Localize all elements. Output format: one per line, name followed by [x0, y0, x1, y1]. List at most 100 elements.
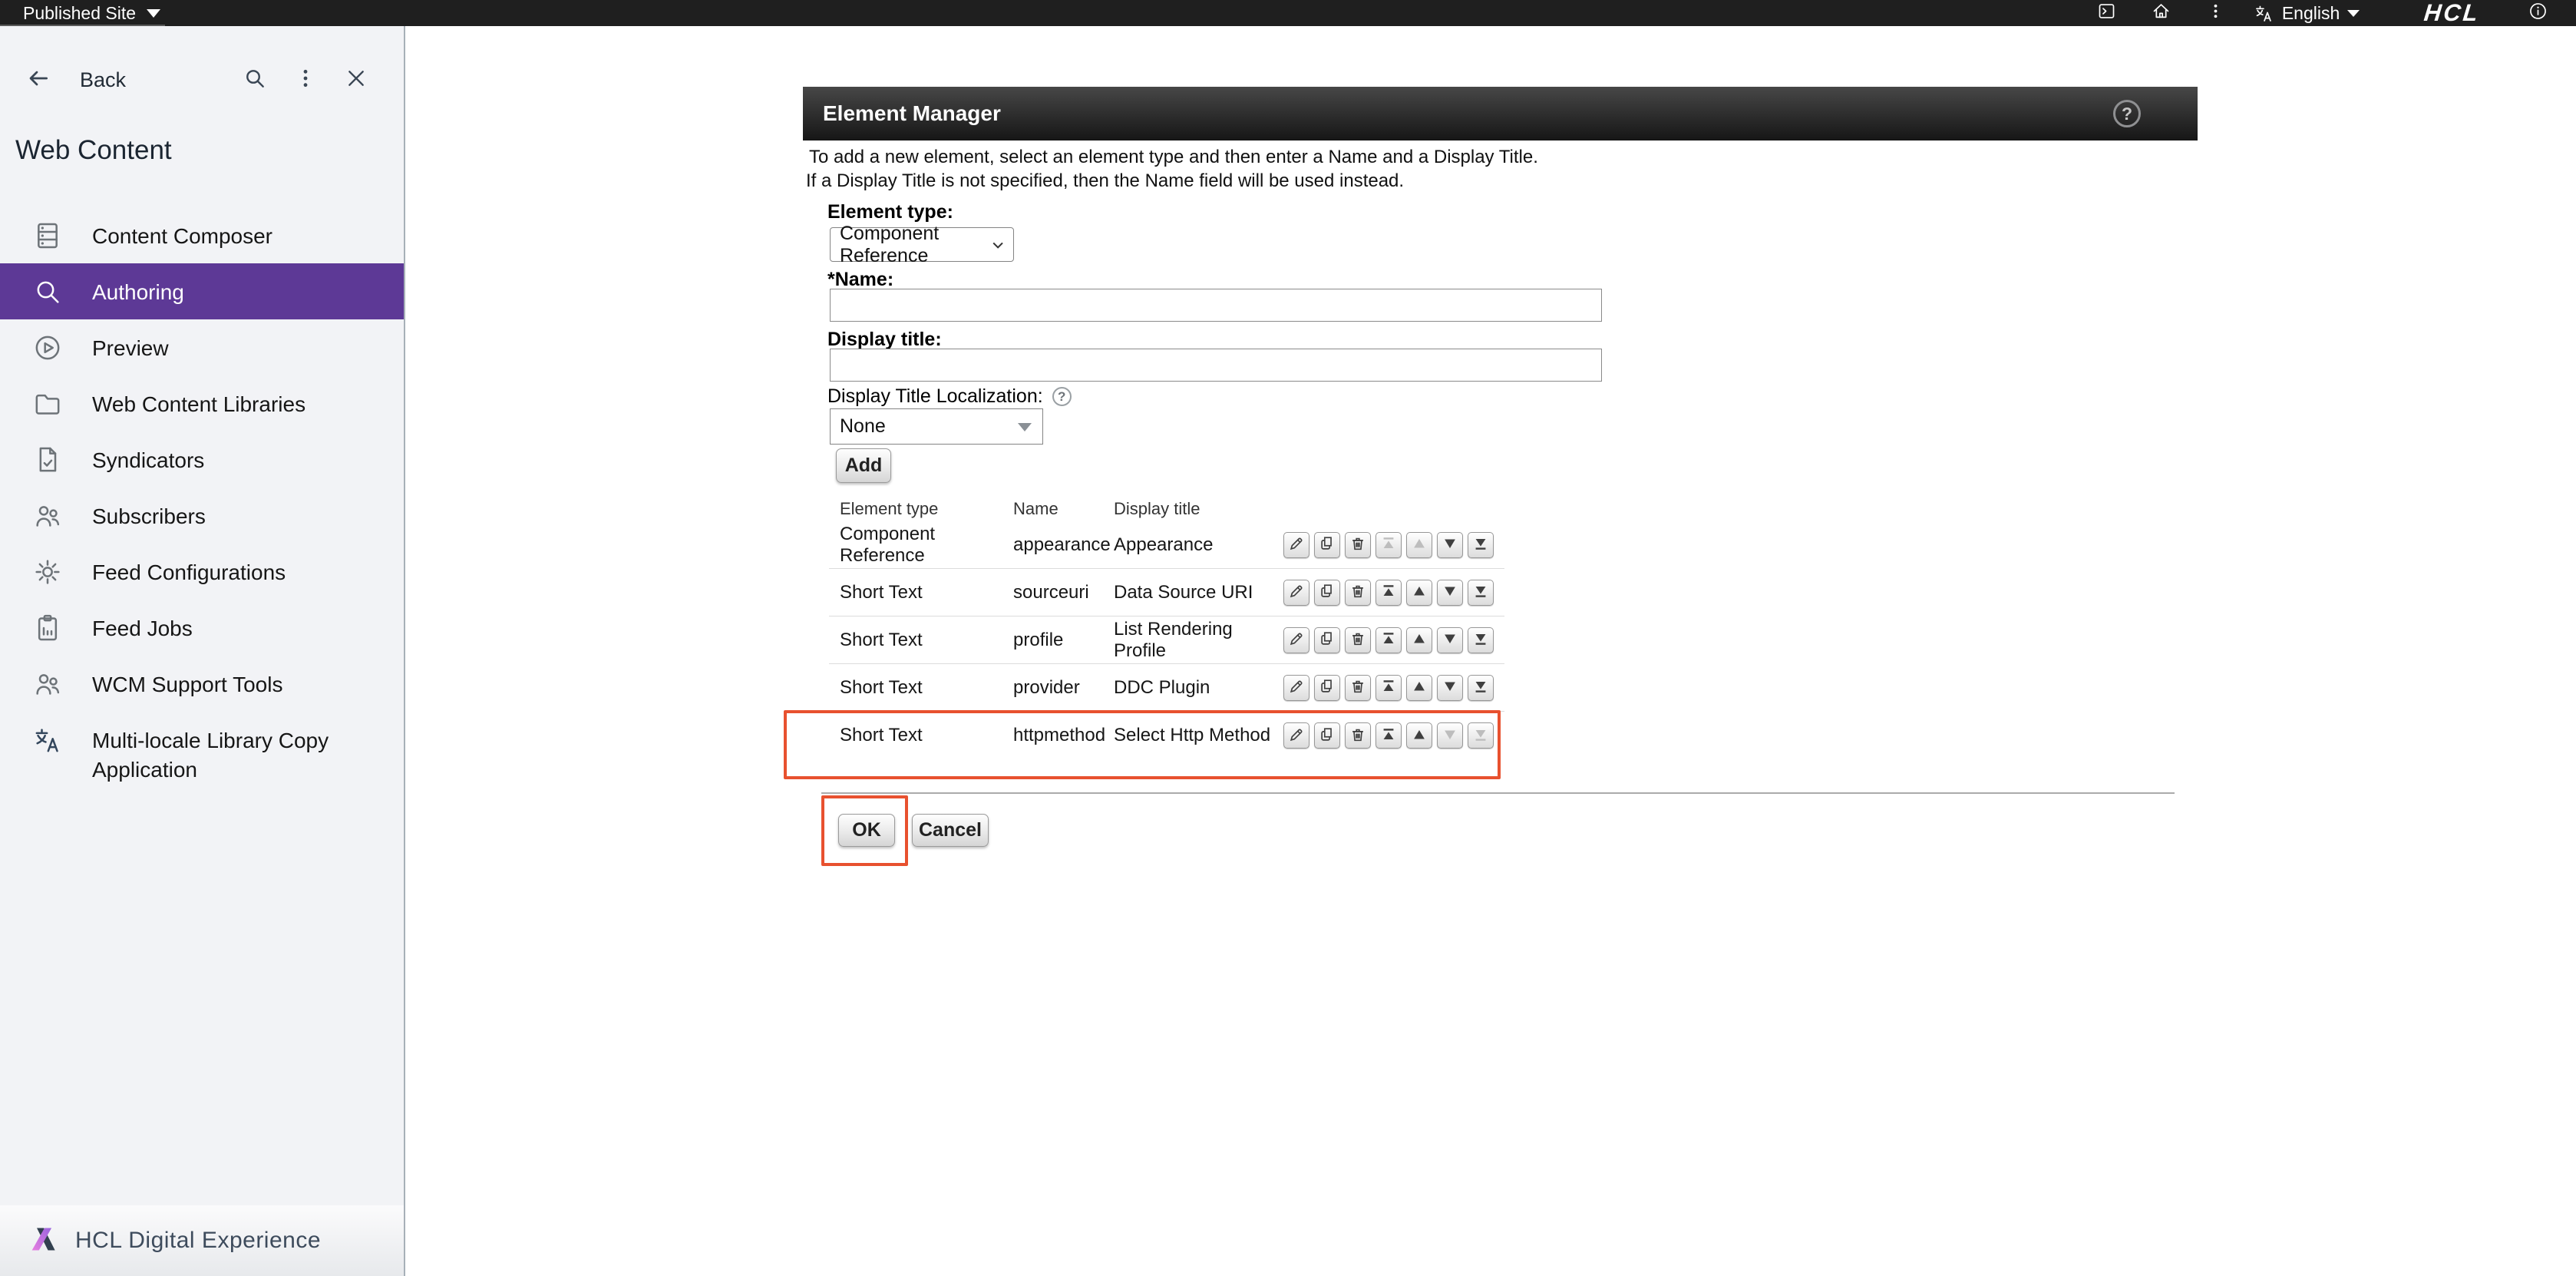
delete-button[interactable] — [1345, 580, 1371, 606]
sidebar-item-web-content-libraries[interactable]: Web Content Libraries — [0, 375, 404, 431]
name-input[interactable] — [830, 289, 1602, 322]
copy-button[interactable] — [1314, 627, 1340, 653]
sidebar-nav: Content Composer Authoring PreviewWeb Cont… — [0, 207, 404, 792]
sidebar-item-label: Authoring — [92, 276, 184, 307]
move-up-button[interactable] — [1406, 722, 1432, 749]
info-icon — [2528, 1, 2548, 25]
move-up-button[interactable] — [1406, 627, 1432, 653]
localization-value: None — [831, 415, 886, 438]
language-selector[interactable]: English — [2243, 0, 2378, 26]
cell-element-type: Short Text — [840, 725, 1013, 746]
cell-element-type: Short Text — [840, 677, 1013, 699]
sidebar-item-label: Feed Jobs — [92, 613, 193, 643]
move-up-button[interactable] — [1406, 580, 1432, 606]
copy-button[interactable] — [1314, 580, 1340, 606]
display-title-input[interactable] — [830, 349, 1602, 382]
sidebar-item-feed-jobs[interactable]: Feed Jobs — [0, 600, 404, 656]
hcl-dx-logo-icon — [26, 1224, 63, 1258]
row-actions — [1283, 722, 1504, 749]
edit-button[interactable] — [1283, 627, 1309, 653]
sidebar-item-wcm-support-tools[interactable]: WCM Support Tools — [0, 656, 404, 712]
footer-brand-text: HCL Digital Experience — [75, 1228, 321, 1254]
edit-icon — [1288, 535, 1305, 554]
cell-display-title: Select Http Method — [1114, 725, 1283, 746]
move-up-button[interactable] — [1406, 532, 1432, 558]
move-to-bottom-button[interactable] — [1468, 580, 1494, 606]
sidebar-item-content-composer[interactable]: Content Composer — [0, 207, 404, 263]
localization-select[interactable]: None — [830, 408, 1043, 445]
sidebar-item-multi-locale-library-copy-application[interactable]: Multi-locale Library Copy Application — [0, 712, 404, 792]
row-actions — [1283, 675, 1504, 701]
move-down-button[interactable] — [1437, 722, 1463, 749]
move-down-button[interactable] — [1437, 580, 1463, 606]
sidebar-item-label: Subscribers — [92, 501, 206, 531]
ok-button[interactable]: OK — [838, 814, 895, 847]
move-to-top-icon — [1380, 535, 1397, 554]
sidebar-item-syndicators[interactable]: Syndicators — [0, 431, 404, 488]
sidebar-item-subscribers[interactable]: Subscribers — [0, 488, 404, 544]
delete-icon — [1349, 535, 1366, 554]
delete-icon — [1349, 630, 1366, 650]
element-type-select[interactable]: Component Reference — [830, 227, 1014, 262]
column-display-title: Display title — [1114, 499, 1283, 521]
delete-button[interactable] — [1345, 532, 1371, 558]
move-down-icon — [1442, 535, 1458, 554]
move-to-bottom-button[interactable] — [1468, 675, 1494, 701]
cell-name: profile — [1013, 630, 1114, 651]
localization-help-icon[interactable]: ? — [1052, 387, 1072, 406]
delete-button[interactable] — [1345, 675, 1371, 701]
sidebar-item-feed-configurations[interactable]: Feed Configurations — [0, 544, 404, 600]
move-to-bottom-button[interactable] — [1468, 627, 1494, 653]
delete-icon — [1349, 678, 1366, 697]
published-site-menu[interactable]: Published Site — [0, 0, 180, 26]
move-down-button[interactable] — [1437, 532, 1463, 558]
move-down-button[interactable] — [1437, 627, 1463, 653]
add-button[interactable]: Add — [836, 448, 891, 483]
close-icon — [344, 66, 368, 94]
edit-button[interactable] — [1283, 675, 1309, 701]
move-down-button[interactable] — [1437, 675, 1463, 701]
delete-button[interactable] — [1345, 627, 1371, 653]
cell-display-title: List Rendering Profile — [1114, 619, 1283, 662]
move-to-bottom-icon — [1472, 726, 1489, 745]
document-check-icon — [32, 445, 63, 475]
move-up-icon — [1411, 678, 1428, 697]
move-to-top-button[interactable] — [1376, 580, 1402, 606]
search-button[interactable] — [243, 66, 267, 94]
instruction-line: If a Display Title is not specified, the… — [806, 169, 1538, 193]
move-up-button[interactable] — [1406, 675, 1432, 701]
home-button[interactable] — [2134, 0, 2188, 26]
info-button[interactable] — [2511, 0, 2565, 26]
move-to-top-button[interactable] — [1376, 627, 1402, 653]
move-to-top-button[interactable] — [1376, 675, 1402, 701]
move-up-icon — [1411, 630, 1428, 650]
back-label: Back — [80, 68, 126, 92]
edit-button[interactable] — [1283, 580, 1309, 606]
move-to-bottom-button[interactable] — [1468, 722, 1494, 749]
delete-button[interactable] — [1345, 722, 1371, 749]
column-element-type: Element type — [840, 499, 1013, 521]
move-to-bottom-icon — [1472, 678, 1489, 697]
gear-icon — [32, 557, 63, 587]
back-button[interactable]: Back — [26, 66, 126, 94]
cancel-button[interactable]: Cancel — [912, 814, 989, 847]
move-to-bottom-button[interactable] — [1468, 532, 1494, 558]
instruction-line: To add a new element, select an element … — [806, 145, 1538, 169]
copy-button[interactable] — [1314, 675, 1340, 701]
table-header: Element type Name Display title — [829, 498, 1504, 521]
edit-button[interactable] — [1283, 722, 1309, 749]
close-button[interactable] — [344, 66, 368, 94]
cell-name: appearance — [1013, 534, 1114, 556]
overflow-menu-button[interactable] — [2188, 0, 2243, 26]
edit-button[interactable] — [1283, 532, 1309, 558]
terminal-button[interactable] — [2079, 0, 2134, 26]
copy-button[interactable] — [1314, 722, 1340, 749]
sidebar-item-preview[interactable]: Preview — [0, 319, 404, 375]
sidebar-item-authoring[interactable]: Authoring — [0, 263, 404, 319]
sidebar-overflow-button[interactable] — [293, 66, 318, 94]
help-icon[interactable]: ? — [2113, 100, 2141, 127]
cell-display-title: DDC Plugin — [1114, 677, 1283, 699]
copy-button[interactable] — [1314, 532, 1340, 558]
move-to-top-button[interactable] — [1376, 532, 1402, 558]
move-to-top-button[interactable] — [1376, 722, 1402, 749]
